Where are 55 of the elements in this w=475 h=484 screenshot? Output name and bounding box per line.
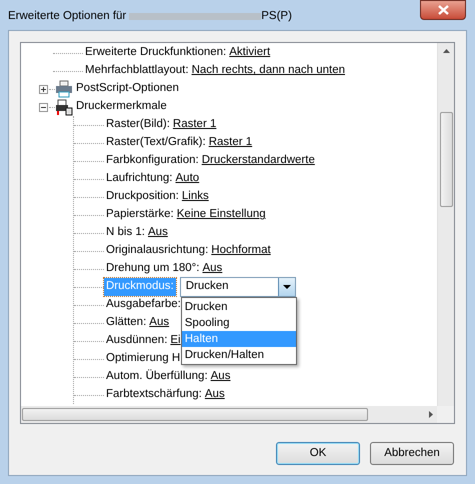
setting-label: Raster(Text/Grafik): xyxy=(105,135,207,150)
dropdown-option[interactable]: Drucken xyxy=(182,299,296,315)
dropdown-option[interactable]: Spooling xyxy=(182,315,296,331)
setting-label: Ausgabefarbe: xyxy=(105,297,182,312)
cancel-button[interactable]: Abbrechen xyxy=(370,442,454,465)
setting-value-link[interactable]: Raster 1 xyxy=(172,116,216,134)
setting-value-link[interactable]: Aus xyxy=(202,260,222,278)
setting-value-link[interactable]: Hochformat xyxy=(211,242,271,260)
tree-node-label[interactable]: PostScript-Optionen xyxy=(76,80,179,98)
setting-label: Drehung um 180°: xyxy=(105,261,200,276)
setting-value-link[interactable]: Aus xyxy=(149,314,170,332)
window-title: PS(P) xyxy=(261,9,292,24)
horizontal-scrollbar[interactable] xyxy=(21,406,437,423)
scroll-up-icon[interactable] xyxy=(442,49,450,53)
setting-label: Optimierung H xyxy=(105,351,182,366)
scrollbar-thumb[interactable] xyxy=(440,112,452,207)
setting-value-link[interactable]: Aktiviert xyxy=(229,44,270,62)
setting-label: Ausdünnen: xyxy=(105,333,168,348)
setting-label: Farbkonfiguration: xyxy=(105,153,200,168)
setting-value-link[interactable]: Aus xyxy=(210,368,230,386)
setting-label: Originalausrichtung: xyxy=(105,243,210,258)
setting-value-link[interactable]: Keine Einstellung xyxy=(176,206,266,224)
window-title: Erweiterte Optionen für xyxy=(8,9,126,24)
tree-node-label[interactable]: Druckermerkmale xyxy=(76,98,167,116)
setting-label: Laufrichtung: xyxy=(105,171,174,186)
vertical-scrollbar[interactable] xyxy=(437,43,454,406)
setting-label: Druckposition: xyxy=(105,189,180,204)
expand-toggle[interactable] xyxy=(39,84,48,94)
setting-value-link[interactable]: Auto xyxy=(176,170,200,188)
dropdown-option[interactable]: Drucken/Halten xyxy=(182,347,296,363)
collapse-toggle[interactable] xyxy=(39,102,48,112)
printer-icon xyxy=(55,80,73,98)
setting-label: Papierstärke: xyxy=(105,207,175,222)
scrollbar-thumb[interactable] xyxy=(22,408,368,421)
close-button[interactable] xyxy=(420,0,466,20)
setting-value-link[interactable]: Raster 1 xyxy=(208,134,252,152)
setting-value-link[interactable]: Ei xyxy=(170,332,181,350)
close-icon xyxy=(438,5,448,15)
setting-label: Autom. Überfüllung: xyxy=(105,368,209,384)
scrollbar-corner xyxy=(437,406,454,423)
setting-label: Glätten: xyxy=(105,315,148,330)
setting-value-link[interactable]: Aus xyxy=(204,386,225,404)
setting-label: Mehrfachblattlayout: xyxy=(84,63,190,78)
printer-icon xyxy=(55,98,73,116)
caret-icon xyxy=(278,278,295,296)
setting-value-link[interactable]: Nach rechts, dann nach unten xyxy=(192,62,345,80)
setting-value-link[interactable]: Aus xyxy=(148,224,168,242)
setting-label: Erweiterte Druckfunktionen: xyxy=(84,45,228,60)
setting-label: Farbtextschärfung: xyxy=(105,387,203,402)
setting-label: Raster(Bild): xyxy=(105,117,171,132)
setting-value-link[interactable]: Druckerstandardwerte xyxy=(202,152,315,170)
scroll-right-icon[interactable] xyxy=(429,411,433,418)
setting-label: N bis 1: xyxy=(105,225,146,240)
setting-value-link[interactable]: Links xyxy=(182,188,209,206)
ok-button[interactable]: OK xyxy=(276,442,360,465)
